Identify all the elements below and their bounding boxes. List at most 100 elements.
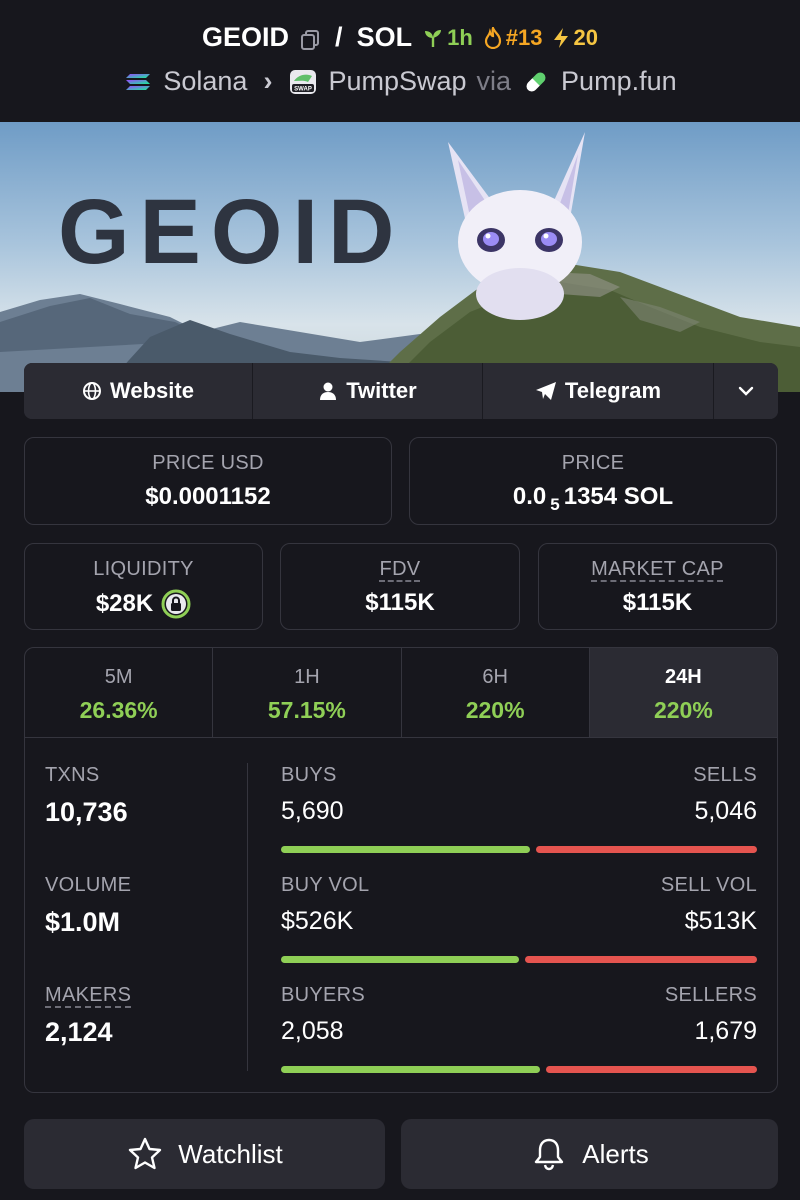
sells-value: 5,046: [694, 797, 757, 825]
price-native-label: PRICE: [561, 452, 625, 474]
tab-5m-label: 5M: [104, 666, 133, 688]
price-native-card: PRICE 0.0 5 1354 SOL: [409, 437, 777, 525]
social-links-bar: Website Twitter Telegram: [24, 363, 778, 419]
token-symbol: GEOID: [202, 22, 290, 52]
activity-breakdown: BUYS SELLS 5,690 5,046 BUY VOL SELL VOL …: [281, 764, 757, 1092]
telegram-label: Telegram: [564, 378, 662, 403]
liquidity-value-row: $28K: [25, 589, 262, 619]
makers-label[interactable]: MAKERS: [45, 984, 245, 1007]
sell-vol-bar: [524, 956, 757, 963]
market-cap-card: MARKET CAP $115K: [538, 543, 777, 630]
token-banner-image: GEOID: [0, 122, 800, 392]
telegram-button[interactable]: Telegram: [483, 363, 714, 419]
alerts-button[interactable]: Alerts: [401, 1119, 778, 1189]
lock-icon[interactable]: [161, 589, 191, 619]
sellers-value: 1,679: [694, 1017, 757, 1045]
price-usd-value: $0.0001152: [145, 483, 271, 510]
boost-badge[interactable]: 20: [552, 24, 598, 51]
pill-logo-icon: [521, 67, 551, 97]
flame-icon: [484, 26, 501, 49]
liquidity-card: LIQUIDITY $28K: [24, 543, 263, 630]
sellers-bar: [546, 1066, 757, 1073]
volume-label: VOLUME: [45, 874, 132, 896]
buyers-sellers-block: BUYERS SELLERS 2,058 1,679: [281, 984, 757, 1092]
makers-value: 2,124: [45, 1017, 113, 1047]
sells-label: SELLS: [693, 764, 757, 786]
chain-breadcrumb: Solana › SWAP PumpSwap via Pump.fun: [0, 66, 800, 97]
liquidity-value: $28K: [95, 590, 154, 617]
dex-link[interactable]: PumpSwap: [328, 66, 466, 97]
chevron-down-icon: [738, 386, 754, 396]
tab-6h-change: 220%: [465, 697, 525, 723]
boost-count: 20: [573, 24, 598, 50]
tab-24h[interactable]: 24H 220%: [589, 648, 777, 737]
timeframe-tabs: 5M 26.36% 1H 57.15% 6H 220% 24H 220%: [25, 648, 777, 738]
makers-block: MAKERS 2,124: [45, 984, 245, 1092]
trending-rank-badge[interactable]: #13: [483, 24, 543, 51]
tab-1h-change: 57.15%: [267, 697, 346, 723]
watchlist-label: Watchlist: [178, 1138, 283, 1169]
watchlist-button[interactable]: Watchlist: [24, 1119, 385, 1189]
txns-block: TXNS 10,736: [45, 764, 245, 874]
tab-1h-label: 1H: [294, 666, 320, 688]
globe-icon: [83, 382, 102, 400]
via-label: via: [476, 66, 512, 96]
alerts-label: Alerts: [582, 1138, 649, 1169]
buys-label: BUYS: [281, 764, 337, 786]
launchpad-link[interactable]: Pump.fun: [561, 66, 677, 97]
tab-1h[interactable]: 1H 57.15%: [213, 648, 402, 737]
twitter-label: Twitter: [346, 378, 417, 403]
buys-value: 5,690: [281, 797, 344, 825]
pair-separator: /: [335, 22, 343, 52]
buyers-ratio-bar: [281, 1066, 757, 1073]
pumpswap-logo-icon: SWAP: [288, 67, 318, 97]
tab-6h[interactable]: 6H 220%: [402, 648, 590, 737]
website-label: Website: [110, 378, 194, 403]
chevron-right-icon: ›: [263, 66, 273, 96]
more-links-button[interactable]: [714, 363, 778, 419]
fdv-card: FDV $115K: [280, 543, 520, 630]
tab-24h-change: 220%: [653, 697, 713, 723]
buy-vol-value: $526K: [281, 907, 354, 935]
banner-title: GEOID: [58, 181, 405, 283]
sell-vol-value: $513K: [684, 907, 757, 935]
buys-sells-ratio-bar: [281, 846, 757, 853]
price-usd-card: PRICE USD $0.0001152: [24, 437, 392, 525]
trending-rank-label: #13: [505, 24, 543, 50]
price-native-prefix: 0.0: [512, 483, 547, 510]
star-icon: [129, 1137, 162, 1170]
liquidity-label: LIQUIDITY: [93, 558, 194, 580]
sell-vol-label: SELL VOL: [660, 874, 757, 896]
buyers-value: 2,058: [281, 1017, 344, 1045]
user-icon: [320, 382, 337, 400]
buyers-bar: [281, 1066, 541, 1073]
fdv-label[interactable]: FDV: [281, 558, 519, 581]
volume-block: VOLUME $1.0M: [45, 874, 245, 984]
pair-title-row: GEOID / SOL 1h #13 20: [0, 22, 800, 53]
bell-icon: [535, 1138, 564, 1171]
buy-vol-bar: [281, 956, 519, 963]
twitter-button[interactable]: Twitter: [253, 363, 483, 419]
price-native-suffix: 1354 SOL: [563, 483, 674, 510]
tab-24h-label: 24H: [665, 666, 702, 688]
sells-bar: [536, 846, 757, 853]
sellers-label: SELLERS: [664, 984, 757, 1006]
buy-vol-label: BUY VOL: [281, 874, 370, 896]
quote-symbol: SOL: [356, 22, 413, 52]
tab-5m[interactable]: 5M 26.36%: [25, 648, 214, 737]
market-cap-label[interactable]: MARKET CAP: [539, 558, 776, 581]
paper-plane-icon: [535, 382, 556, 400]
pair-header: GEOID / SOL 1h #13 20 Solana › SWAP Pump…: [0, 0, 800, 122]
price-native-value: 0.0 5 1354 SOL: [410, 483, 776, 514]
performance-panel: 5M 26.36% 1H 57.15% 6H 220% 24H 220% TXN…: [24, 647, 778, 1093]
website-button[interactable]: Website: [24, 363, 253, 419]
sprout-icon: [425, 29, 442, 47]
market-cap-value: $115K: [622, 589, 693, 616]
column-divider: [247, 763, 248, 1071]
chain-link[interactable]: Solana: [163, 66, 247, 97]
txns-value: 10,736: [45, 797, 128, 827]
activity-totals: TXNS 10,736 VOLUME $1.0M MAKERS 2,124: [45, 764, 245, 1092]
price-usd-label: PRICE USD: [152, 452, 264, 474]
copy-icon[interactable]: [299, 27, 321, 50]
svg-text:SWAP: SWAP: [295, 86, 313, 92]
